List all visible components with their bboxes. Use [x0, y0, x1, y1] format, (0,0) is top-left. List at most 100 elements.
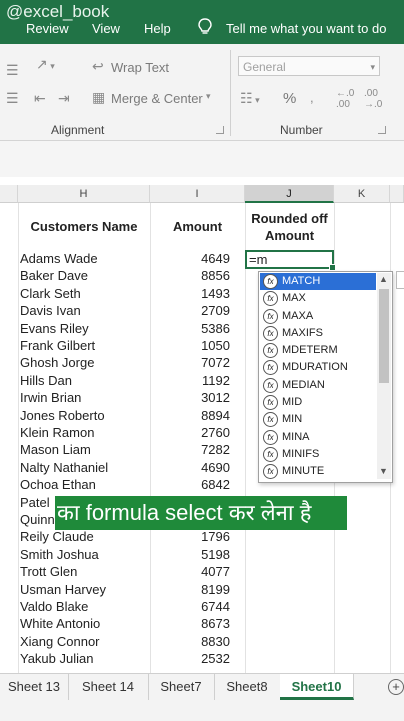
customer-name-cell[interactable]: Ochoa Ethan [20, 477, 96, 492]
sheet-tab-7[interactable]: Sheet7 [148, 674, 215, 700]
orientation-icon[interactable]: ↗︎ ▾ [36, 56, 55, 73]
tell-me-search[interactable]: Tell me what you want to do [226, 21, 386, 36]
autocomplete-item[interactable]: fx MINIFS [260, 446, 376, 463]
table-row[interactable]: Trott Glen 4077 [0, 564, 404, 581]
autocomplete-item[interactable]: fx MID [260, 394, 376, 411]
customer-name-cell[interactable]: Patel [20, 495, 50, 510]
autocomplete-item[interactable]: fx MINUTE [260, 463, 376, 480]
customer-name-cell[interactable]: Nalty Nathaniel [20, 460, 108, 475]
amount-cell[interactable]: 1050 [150, 338, 230, 353]
amount-cell[interactable]: 8894 [150, 408, 230, 423]
add-sheet-icon[interactable]: + [388, 679, 404, 695]
customer-name-cell[interactable]: Jones Roberto [20, 408, 105, 423]
scrollbar-thumb[interactable] [379, 289, 389, 383]
column-header-h[interactable]: H [18, 185, 150, 203]
amount-cell[interactable]: 5386 [150, 321, 230, 336]
customer-name-cell[interactable]: Baker Dave [20, 268, 88, 283]
customer-name-cell[interactable]: Klein Ramon [20, 425, 94, 440]
customer-name-cell[interactable]: Evans Riley [20, 321, 89, 336]
amount-cell[interactable]: 8856 [150, 268, 230, 283]
menu-view[interactable]: View [92, 21, 120, 36]
customer-name-cell[interactable]: White Antonio [20, 616, 100, 631]
amount-cell[interactable]: 2532 [150, 651, 230, 666]
column-header-k[interactable]: K [334, 185, 390, 203]
header-amount[interactable]: Amount [150, 219, 245, 234]
amount-cell[interactable]: 6842 [150, 477, 230, 492]
autocomplete-item[interactable]: fx MIN [260, 411, 376, 428]
currency-icon[interactable]: ☷ ▾ [240, 90, 260, 107]
autocomplete-item[interactable]: fx MDETERM [260, 342, 376, 359]
customer-name-cell[interactable]: Quinn [20, 512, 55, 527]
amount-cell[interactable]: 4690 [150, 460, 230, 475]
customer-name-cell[interactable]: Hills Dan [20, 373, 72, 388]
header-rounded-off-line2[interactable]: Amount [245, 228, 334, 243]
sheet-tab-8[interactable]: Sheet8 [214, 674, 281, 700]
sheet-tab-13[interactable]: Sheet 13 [0, 674, 69, 700]
table-row[interactable]: Yakub Julian 2532 [0, 651, 404, 668]
autocomplete-item[interactable]: fx MINA [260, 429, 376, 446]
customer-name-cell[interactable]: Adams Wade [20, 251, 98, 266]
amount-cell[interactable]: 4649 [150, 251, 230, 266]
wrap-text-button[interactable]: Wrap Text [111, 60, 169, 75]
customer-name-cell[interactable]: Clark Seth [20, 286, 81, 301]
amount-cell[interactable]: 1192 [150, 373, 230, 388]
amount-cell[interactable]: 8830 [150, 634, 230, 649]
customer-name-cell[interactable]: Trott Glen [20, 564, 77, 579]
menu-help[interactable]: Help [144, 21, 171, 36]
autocomplete-item[interactable]: fx MAXA [260, 308, 376, 325]
customer-name-cell[interactable]: Yakub Julian [20, 651, 93, 666]
menu-review[interactable]: Review [26, 21, 69, 36]
increase-indent-icon[interactable]: ⇥ [58, 90, 70, 107]
customer-name-cell[interactable]: Irwin Brian [20, 390, 81, 405]
merge-center-icon[interactable]: ▦ [92, 89, 105, 106]
table-row[interactable]: Usman Harvey 8199 [0, 582, 404, 599]
autocomplete-item[interactable]: fx MAXIFS [260, 325, 376, 342]
select-all-corner[interactable] [0, 185, 18, 203]
chevron-down-icon[interactable]: ▾ [206, 91, 211, 102]
number-format-select[interactable]: General ▾ [238, 56, 380, 76]
header-rounded-off-line1[interactable]: Rounded off [245, 211, 334, 226]
header-customers-name[interactable]: Customers Name [18, 219, 150, 234]
align-left-icon[interactable]: ☰ [6, 62, 19, 79]
amount-cell[interactable]: 8199 [150, 582, 230, 597]
autocomplete-item[interactable]: fx MDURATION [260, 359, 376, 376]
customer-name-cell[interactable]: Davis Ivan [20, 303, 81, 318]
alignment-launcher-icon[interactable] [216, 126, 224, 134]
customer-name-cell[interactable]: Mason Liam [20, 442, 91, 457]
sheet-tab-14[interactable]: Sheet 14 [68, 674, 149, 700]
table-row[interactable]: Valdo Blake 6744 [0, 599, 404, 616]
customer-name-cell[interactable]: Reily Claude [20, 529, 94, 544]
table-row[interactable]: Adams Wade 4649 [0, 251, 404, 268]
column-header-l[interactable] [390, 185, 404, 203]
function-autocomplete-list[interactable]: fx MATCH fx MAX fx MAXA fx MAXIFS fx MDETERM fx MDU… [258, 271, 393, 483]
amount-cell[interactable]: 5198 [150, 547, 230, 562]
sheet-tab-10[interactable]: Sheet10 [280, 674, 354, 700]
column-header-i[interactable]: I [150, 185, 245, 203]
customer-name-cell[interactable]: Xiang Connor [20, 634, 100, 649]
amount-cell[interactable]: 1796 [150, 529, 230, 544]
autocomplete-item[interactable]: fx MEDIAN [260, 377, 376, 394]
increase-decimal-icon[interactable]: ←.0.00 [336, 88, 354, 110]
table-row[interactable]: White Antonio 8673 [0, 616, 404, 633]
amount-cell[interactable]: 6744 [150, 599, 230, 614]
amount-cell[interactable]: 7282 [150, 442, 230, 457]
comma-style-icon[interactable]: , [310, 90, 314, 105]
table-row[interactable]: Reily Claude 1796 [0, 529, 404, 546]
active-cell-j[interactable]: =m [245, 250, 336, 271]
amount-cell[interactable]: 2760 [150, 425, 230, 440]
amount-cell[interactable]: 7072 [150, 355, 230, 370]
autocomplete-scrollbar[interactable]: ▲ ▼ [377, 273, 391, 479]
align-justify-icon[interactable]: ☰ [6, 90, 19, 107]
table-row[interactable]: Smith Joshua 5198 [0, 547, 404, 564]
table-row[interactable]: Xiang Connor 8830 [0, 634, 404, 651]
wrap-text-icon[interactable]: ↩ [92, 58, 104, 75]
customer-name-cell[interactable]: Smith Joshua [20, 547, 99, 562]
amount-cell[interactable]: 2709 [150, 303, 230, 318]
scroll-up-icon[interactable]: ▲ [379, 274, 388, 284]
amount-cell[interactable]: 3012 [150, 390, 230, 405]
amount-cell[interactable]: 8673 [150, 616, 230, 631]
customer-name-cell[interactable]: Ghosh Jorge [20, 355, 94, 370]
amount-cell[interactable]: 4077 [150, 564, 230, 579]
customer-name-cell[interactable]: Frank Gilbert [20, 338, 95, 353]
percent-style-button[interactable]: % [283, 90, 296, 107]
